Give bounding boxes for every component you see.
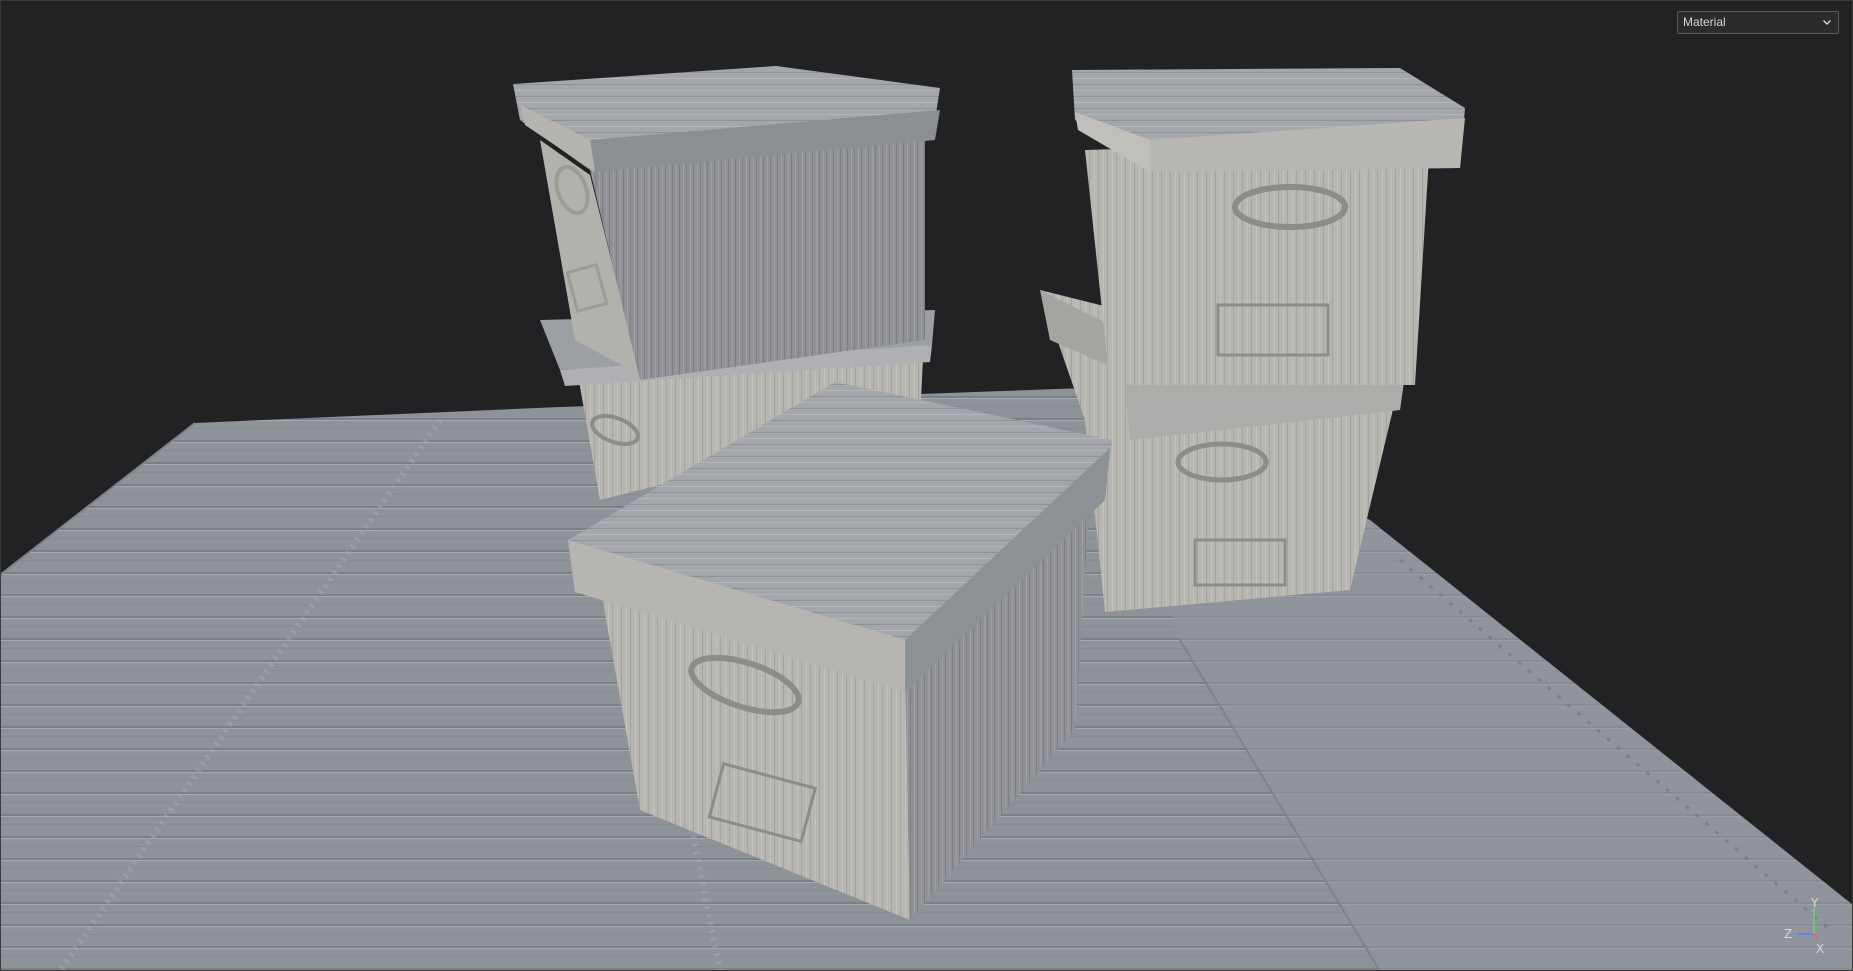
scene-render (0, 66, 1853, 971)
axis-x-label: X (1816, 942, 1825, 956)
shading-mode-value: Material (1683, 15, 1726, 29)
box-back-right-upper (1072, 68, 1465, 385)
box-back-left-upper (513, 66, 940, 380)
chevron-down-icon (1823, 20, 1831, 25)
axis-y-label: Y (1811, 896, 1819, 910)
shading-mode-dropdown[interactable]: Material (1677, 11, 1839, 34)
axis-gizmo[interactable]: Y Z X (1772, 896, 1842, 962)
axis-gizmo-icon (1798, 908, 1819, 941)
3d-viewport[interactable]: Material Y Z X (0, 0, 1853, 971)
axis-z-label: Z (1784, 927, 1793, 941)
